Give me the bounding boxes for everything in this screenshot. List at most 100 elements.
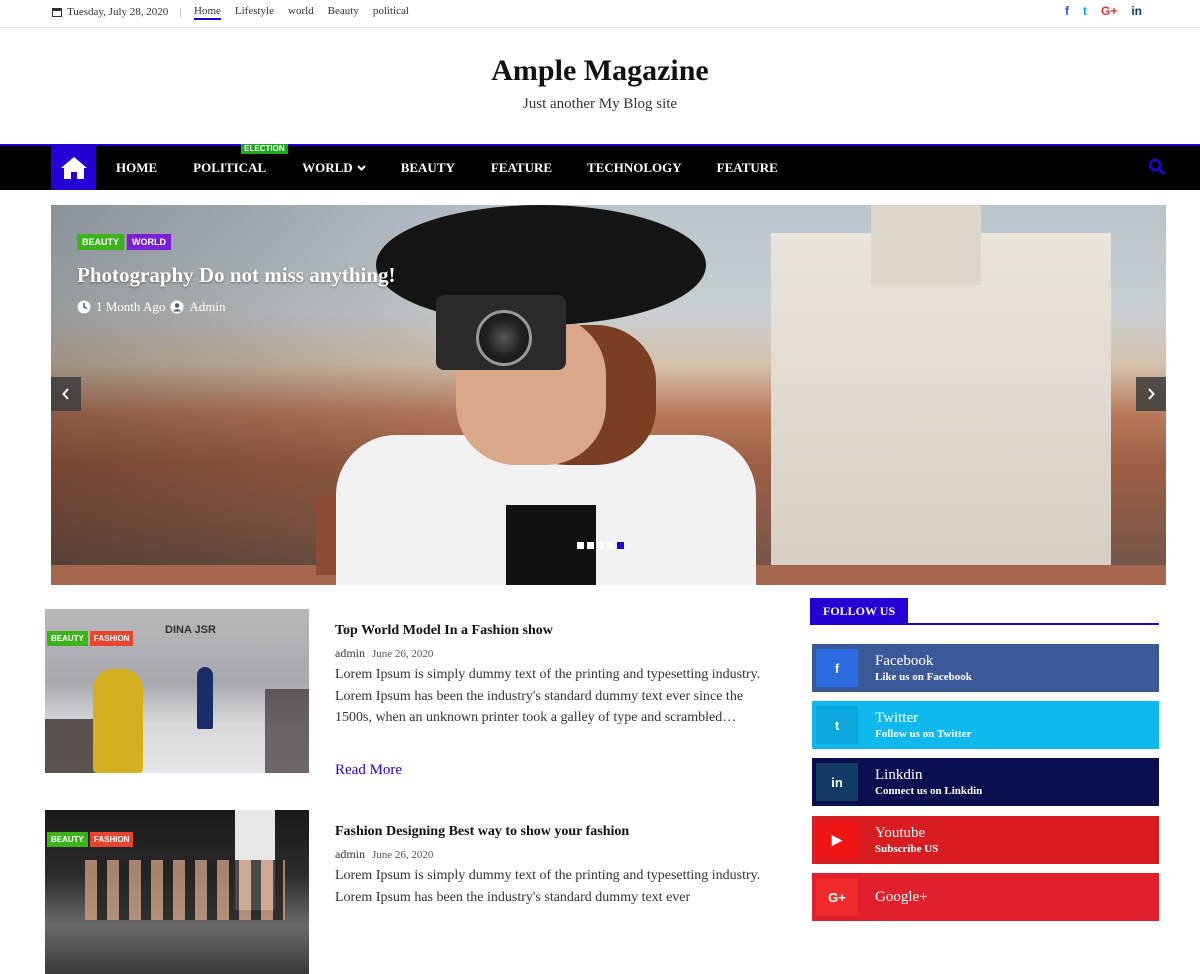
post-card: DINA JSR BEAUTY FASHION Top World Model … (45, 609, 780, 784)
chevron-right-icon (1148, 388, 1155, 400)
slider-dot[interactable] (617, 542, 624, 549)
nav-item-label: FEATURE (716, 160, 778, 175)
date-separator: | (179, 6, 182, 18)
social-network-name: Youtube (875, 825, 926, 841)
thumb-models-lineup (85, 860, 285, 920)
nav-item-feature-2[interactable]: FEATURE (717, 160, 778, 176)
social-link-youtube[interactable]: ▶ Youtube Subscribe US (812, 816, 1159, 864)
google-plus-icon[interactable]: G+ (1101, 4, 1117, 18)
nav-item-world[interactable]: WORLD (302, 160, 366, 176)
category-tag-world[interactable]: WORLD (127, 234, 172, 250)
post-author[interactable]: admin (335, 646, 365, 661)
slider-pagination (577, 542, 624, 549)
toplink-beauty[interactable]: Beauty (328, 5, 359, 20)
slider-next-button[interactable] (1136, 377, 1166, 411)
twitter-icon[interactable]: t (1083, 4, 1087, 18)
clock-icon (77, 300, 91, 314)
category-tag-fashion[interactable]: FASHION (89, 631, 134, 646)
top-social-links: f t G+ in (1065, 4, 1142, 18)
category-tag-beauty[interactable]: BEAUTY (47, 631, 88, 646)
post-meta: admin June 26, 2020 (335, 646, 433, 661)
search-icon (1148, 158, 1166, 176)
featured-slider[interactable]: BEAUTY WORLD Photography Do not miss any… (51, 205, 1166, 585)
category-tag-fashion[interactable]: FASHION (89, 832, 134, 847)
nav-item-label: TECHNOLOGY (587, 160, 682, 175)
slider-dot[interactable] (607, 542, 614, 549)
slider-dot[interactable] (587, 542, 594, 549)
post-title[interactable]: Fashion Designing Best way to show your … (335, 824, 629, 840)
home-button[interactable] (51, 146, 96, 190)
post-date[interactable]: June 26, 2020 (372, 849, 433, 861)
post-date[interactable]: June 26, 2020 (372, 648, 433, 660)
user-icon (170, 300, 184, 314)
nav-menu: HOME POLITICAL ELECTION WORLD BEAUTY FEA… (116, 144, 778, 190)
calendar-icon (52, 8, 62, 17)
nav-item-label: HOME (116, 160, 158, 175)
post-thumbnail[interactable]: BEAUTY FASHION (45, 810, 309, 974)
main-navigation: HOME POLITICAL ELECTION WORLD BEAUTY FEA… (0, 144, 1200, 190)
nav-item-technology[interactable]: TECHNOLOGY (587, 160, 682, 176)
nav-item-label: POLITICAL (193, 160, 267, 175)
twitter-icon: t (816, 706, 858, 744)
social-network-subtitle: Like us on Facebook (875, 671, 972, 683)
post-excerpt: Lorem Ipsum is simply dummy text of the … (335, 667, 761, 725)
social-link-linkedin[interactable]: in Linkdin Connect us on Linkdin (812, 758, 1159, 806)
slide-time: 1 Month Ago (96, 299, 166, 314)
follow-us-heading: FOLLOW US (810, 598, 1159, 625)
facebook-icon[interactable]: f (1065, 4, 1069, 18)
home-icon (60, 157, 87, 179)
post-excerpt: Lorem Ipsum is simply dummy text of the … (335, 868, 761, 905)
slide-author[interactable]: Admin (189, 299, 225, 315)
site-tagline: Just another My Blog site (522, 96, 678, 112)
toplink-lifestyle[interactable]: Lifestyle (235, 5, 274, 20)
post-title[interactable]: Top World Model In a Fashion show (335, 623, 553, 639)
slide-image-photographer (336, 205, 756, 585)
post-author[interactable]: admin (335, 847, 365, 862)
toplink-home[interactable]: Home (194, 5, 221, 20)
category-tag-beauty[interactable]: BEAUTY (77, 234, 125, 250)
social-network-name: Twitter (875, 710, 919, 726)
social-link-text: Linkdin Connect us on Linkdin (875, 766, 982, 798)
chevron-down-icon (356, 165, 366, 171)
slider-prev-button[interactable] (51, 377, 81, 411)
chevron-left-icon (62, 388, 69, 400)
social-link-twitter[interactable]: t Twitter Follow us on Twitter (812, 701, 1159, 749)
top-links: Home Lifestyle world Beauty political (194, 5, 409, 20)
social-network-name: Linkdin (875, 767, 923, 783)
site-title[interactable]: Ample Magazine (0, 54, 1200, 88)
nav-item-home[interactable]: HOME (116, 160, 157, 176)
nav-item-beauty[interactable]: BEAUTY (401, 160, 455, 176)
slide-meta: 1 Month Ago Admin (77, 299, 225, 315)
follow-us-title: FOLLOW US (810, 598, 909, 623)
facebook-icon: f (816, 649, 858, 687)
social-link-google-plus[interactable]: G+ Google+ (812, 873, 1159, 921)
search-button[interactable] (1148, 158, 1166, 181)
nav-item-label: FEATURE (490, 160, 553, 175)
social-link-text: Google+ (875, 888, 928, 906)
election-badge: ELECTION (241, 144, 288, 154)
google-plus-icon: G+ (816, 878, 858, 916)
slide-image-chimney (316, 495, 338, 575)
nav-item-label: WORLD (302, 160, 353, 175)
nav-item-political[interactable]: POLITICAL ELECTION (193, 144, 288, 176)
nav-item-feature[interactable]: FEATURE (491, 160, 552, 176)
linkedin-icon[interactable]: in (1131, 4, 1142, 18)
thumb-crowd-right (265, 689, 309, 773)
social-link-text: Facebook Like us on Facebook (875, 652, 972, 684)
slider-dot[interactable] (597, 542, 604, 549)
thumb-brand-text: DINA JSR (165, 624, 216, 636)
camera-lens (476, 310, 532, 366)
nav-item-label: BEAUTY (400, 160, 455, 175)
slider-dot[interactable] (577, 542, 584, 549)
category-tag-beauty[interactable]: BEAUTY (47, 832, 88, 847)
post-categories: BEAUTY FASHION (47, 631, 134, 646)
post-card: BEAUTY FASHION Fashion Designing Best wa… (45, 810, 780, 974)
post-categories: BEAUTY FASHION (47, 832, 134, 847)
slide-title[interactable]: Photography Do not miss anything! (77, 263, 396, 288)
social-link-facebook[interactable]: f Facebook Like us on Facebook (812, 644, 1159, 692)
social-network-name: Facebook (875, 653, 934, 669)
read-more-link[interactable]: Read More (335, 762, 402, 779)
toplink-political[interactable]: political (373, 5, 409, 20)
toplink-world[interactable]: world (288, 5, 314, 20)
post-thumbnail[interactable]: DINA JSR BEAUTY FASHION (45, 609, 309, 773)
